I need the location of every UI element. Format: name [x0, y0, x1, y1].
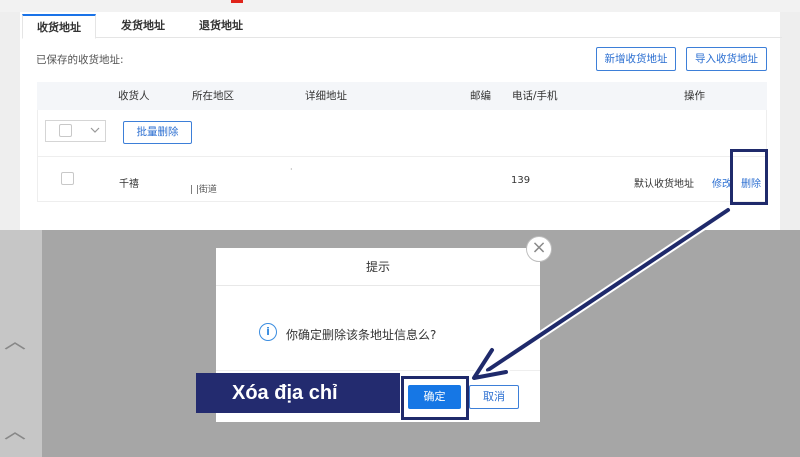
- select-all-checkbox[interactable]: [59, 124, 72, 137]
- delete-highlight-box: [730, 149, 768, 205]
- header-detail-address: 详细地址: [305, 90, 347, 102]
- saved-addresses-label: 已保存的收货地址:: [36, 54, 124, 66]
- tab-sender-address[interactable]: 发货地址: [106, 14, 180, 38]
- tab-shipping-address[interactable]: 收货地址: [22, 14, 96, 39]
- confirm-cancel-button[interactable]: 取消: [469, 385, 519, 409]
- header-actions: 操作: [684, 90, 705, 102]
- edit-link[interactable]: 修改: [712, 175, 732, 190]
- left-gutter: [0, 12, 20, 230]
- chevron-up-icon[interactable]: [4, 430, 26, 444]
- chevron-down-icon: [89, 124, 101, 139]
- import-address-button[interactable]: 导入收货地址: [686, 47, 767, 71]
- cell-region: | |街道: [190, 185, 217, 195]
- info-circle-icon: i: [259, 323, 277, 341]
- close-circle-icon[interactable]: ×: [526, 236, 552, 262]
- table-toolbar: 批量删除: [37, 110, 767, 156]
- chevron-up-icon[interactable]: [4, 340, 26, 354]
- ok-highlight-box: [401, 376, 469, 420]
- row-checkbox[interactable]: [61, 172, 74, 185]
- dialog-title: 提示: [216, 248, 540, 286]
- default-address-label: 默认收货地址: [634, 179, 694, 190]
- right-gutter: [780, 12, 800, 230]
- header-region: 所在地区: [192, 90, 234, 102]
- add-address-button[interactable]: 新增收货地址: [596, 47, 676, 71]
- header-postcode: 邮编: [470, 90, 491, 102]
- tab-return-address[interactable]: 退货地址: [184, 14, 258, 38]
- address-tabs: 收货地址 发货地址 退货地址: [22, 14, 782, 39]
- table-row: 千禧 | |街道 · 139 默认收货地址 修改 删除: [37, 156, 767, 202]
- select-all-dropdown[interactable]: [45, 120, 106, 142]
- cell-phone: 139: [511, 175, 531, 186]
- cell-detail-address: ·: [290, 165, 293, 174]
- top-accent-mark: [231, 0, 243, 3]
- table-header: 收货人 所在地区 详细地址 邮编 电话/手机 操作: [37, 82, 767, 110]
- cell-receiver: 千禧: [119, 179, 139, 190]
- dialog-divider: [216, 370, 540, 371]
- annotation-label: Xóa địa chỉ: [196, 373, 400, 413]
- top-strip: [0, 0, 800, 12]
- header-receiver: 收货人: [118, 90, 150, 102]
- dialog-message: 你确定删除该条地址信息么?: [286, 328, 437, 342]
- header-phone: 电话/手机: [512, 90, 558, 102]
- batch-delete-button[interactable]: 批量删除: [123, 121, 192, 144]
